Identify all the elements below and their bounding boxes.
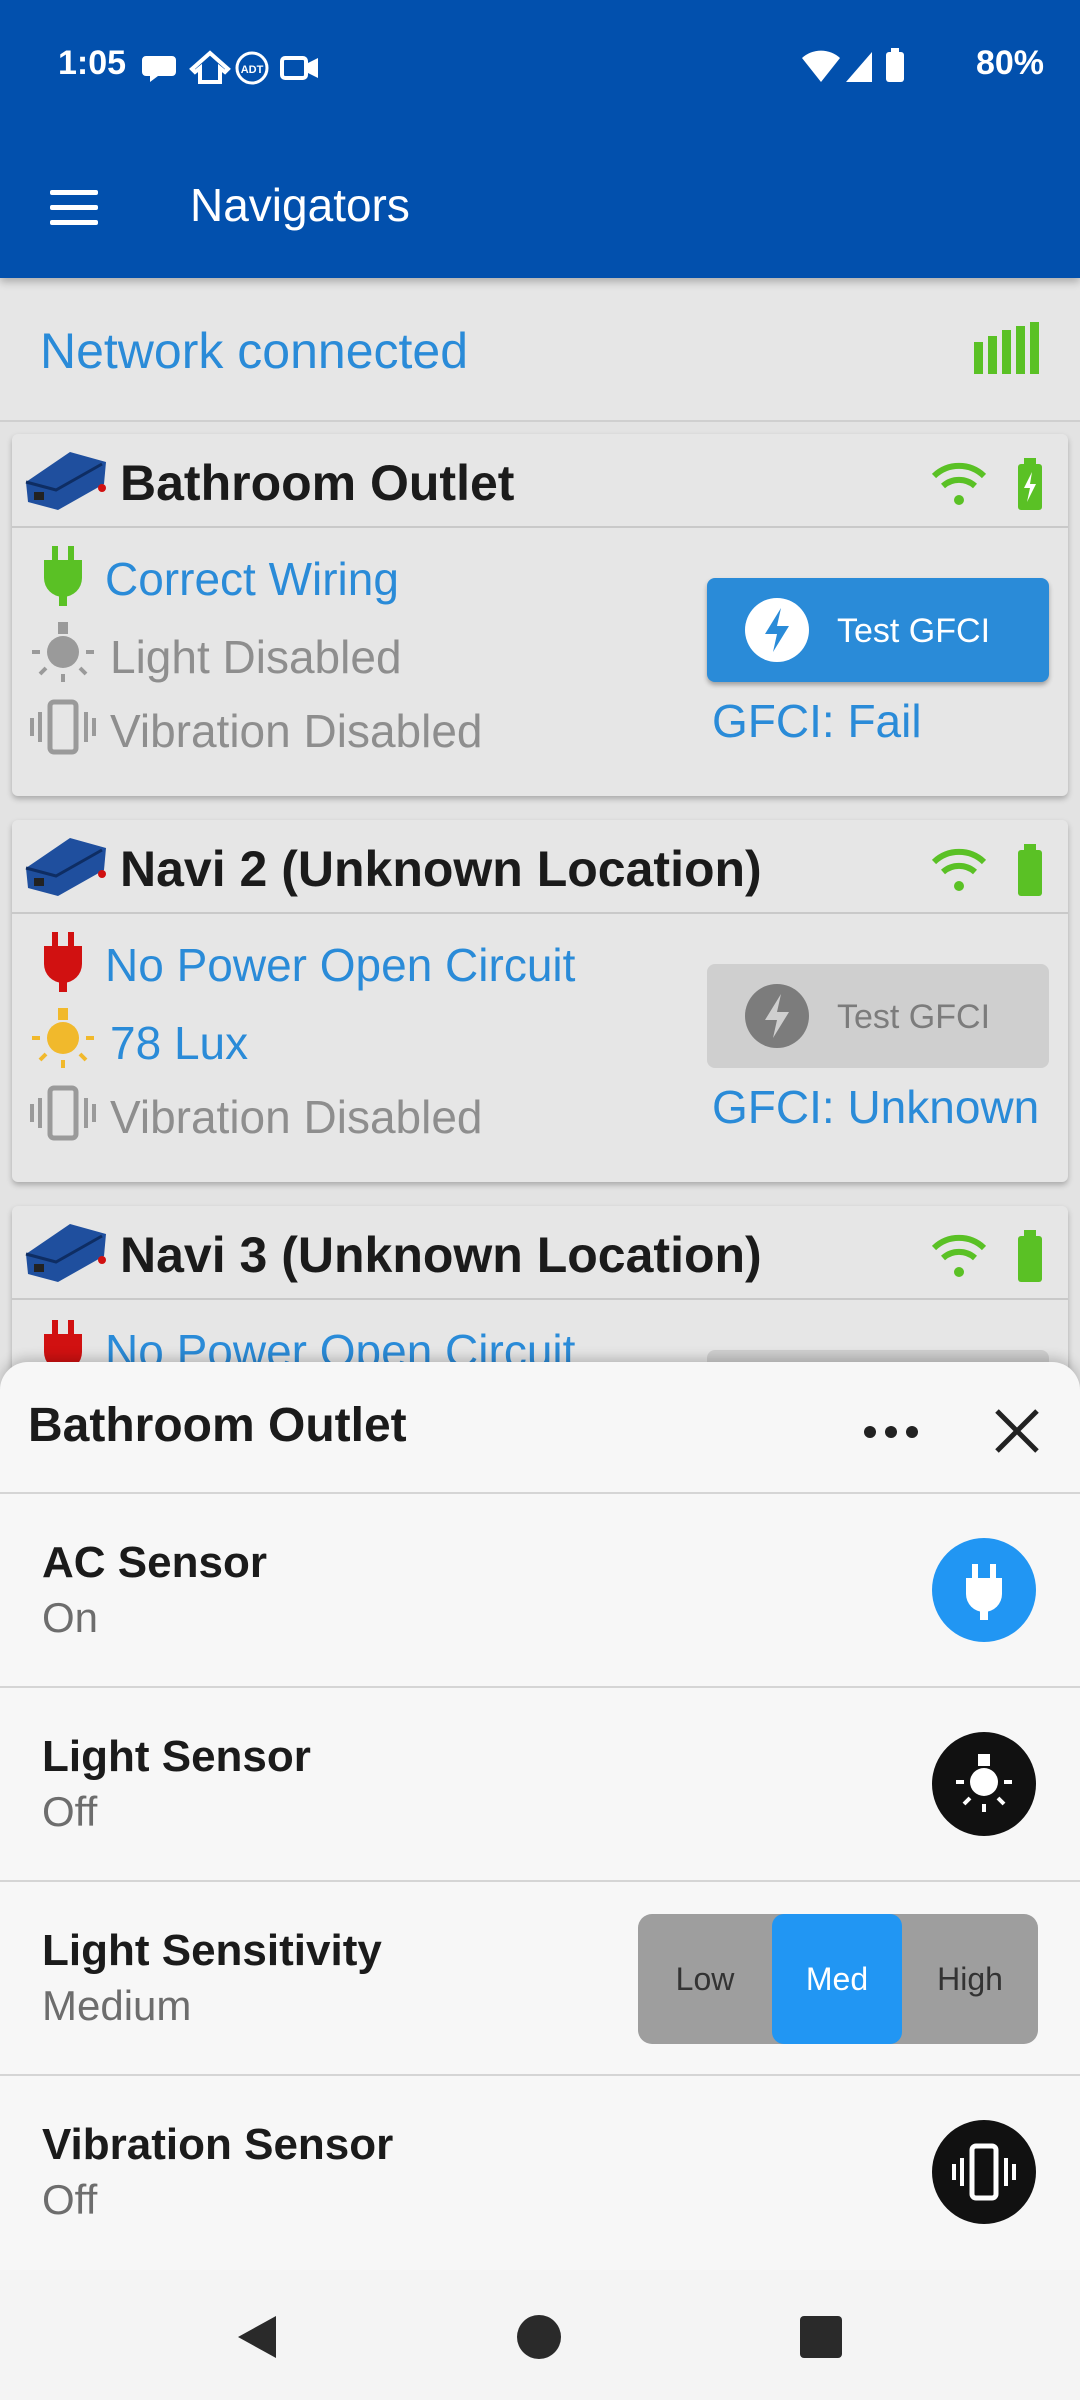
- navigator-device-icon: [25, 838, 106, 896]
- vibration-sensor-label: Vibration Sensor: [42, 2120, 394, 2169]
- light-bulb-icon: [956, 1754, 1012, 1812]
- device-card[interactable]: Navi 2 (Unknown Location) No Power Open …: [12, 820, 1068, 1182]
- plug-icon: [966, 1564, 1002, 1620]
- network-status-text: Network connected: [40, 323, 469, 379]
- sensitivity-med[interactable]: Med: [772, 1914, 902, 2044]
- wiring-status: Correct Wiring: [105, 553, 399, 605]
- device-card[interactable]: Bathroom Outlet Correct Wiring Light Dis…: [12, 434, 1068, 796]
- navigator-device-icon: [25, 452, 106, 510]
- navigator-device-icon: [25, 1224, 106, 1282]
- light-sensor-toggle[interactable]: [932, 1732, 1036, 1836]
- ac-sensor-label: AC Sensor: [42, 1538, 267, 1587]
- divider: [0, 1880, 1080, 1882]
- light-sensor-label: Light Sensor: [42, 1732, 311, 1781]
- plug-ok-icon: [44, 546, 82, 606]
- card-title: Navi 2 (Unknown Location): [120, 841, 762, 897]
- sensitivity-low[interactable]: Low: [638, 1914, 772, 2044]
- vibration-icon: [952, 2143, 1016, 2201]
- network-status-bar: Network connected: [0, 278, 1080, 422]
- vibration-status: Vibration Disabled: [110, 1091, 483, 1143]
- divider: [0, 2074, 1080, 2076]
- menu-icon[interactable]: [50, 190, 98, 226]
- lightning-icon: [745, 984, 809, 1048]
- plug-fault-icon: [44, 932, 82, 992]
- card-title: Navi 3 (Unknown Location): [120, 1227, 762, 1283]
- sheet-title: Bathroom Outlet: [28, 1399, 407, 1452]
- test-gfci-label: Test GFCI: [837, 612, 991, 650]
- ac-sensor-toggle[interactable]: [932, 1538, 1036, 1642]
- wifi-icon: [931, 848, 987, 891]
- gfci-status: GFCI: Unknown: [712, 1081, 1040, 1133]
- sensitivity-high[interactable]: High: [902, 1914, 1038, 2044]
- device-settings-sheet: Bathroom Outlet AC Sensor On Light Senso…: [0, 1362, 1080, 2270]
- page-title: Navigators: [190, 179, 410, 231]
- battery-icon: [1018, 844, 1042, 896]
- back-icon[interactable]: [236, 2314, 280, 2360]
- card-header: Navi 2 (Unknown Location): [12, 820, 1068, 914]
- network-signal-icon: [974, 322, 1039, 374]
- vibration-sensor-toggle[interactable]: [932, 2120, 1036, 2224]
- svg-text:ADT: ADT: [241, 64, 264, 76]
- sensitivity-segmented-control: Low Med High: [638, 1914, 1038, 2044]
- wiring-status: No Power Open Circuit: [105, 939, 576, 991]
- more-options-icon[interactable]: [862, 1424, 920, 1440]
- signal-status-icons: [802, 48, 904, 82]
- test-gfci-button-disabled[interactable]: Test GFCI: [707, 964, 1049, 1068]
- light-disabled-icon: [32, 622, 94, 682]
- vibration-icon: [30, 699, 96, 755]
- home-icon[interactable]: [516, 2314, 562, 2360]
- light-status: Light Disabled: [110, 631, 402, 683]
- lightning-icon: [745, 598, 809, 662]
- light-status: 78 Lux: [110, 1017, 249, 1069]
- card-header: Navi 3 (Unknown Location): [12, 1206, 1068, 1300]
- system-nav-bar: [0, 2270, 1080, 2400]
- vibration-status: Vibration Disabled: [110, 705, 483, 757]
- status-time: 1:05: [58, 44, 127, 82]
- light-sensitivity-value: Medium: [42, 1982, 192, 2029]
- close-icon[interactable]: [994, 1408, 1040, 1454]
- battery-charging-icon: [1018, 458, 1042, 510]
- vibration-sensor-value: Off: [42, 2176, 98, 2223]
- test-gfci-button[interactable]: Test GFCI: [707, 578, 1049, 682]
- wifi-icon: [931, 462, 987, 505]
- test-gfci-label: Test GFCI: [837, 998, 991, 1036]
- light-icon: [32, 1008, 94, 1068]
- app-top-bar: 1:05 ADT 80% Navigators: [0, 0, 1080, 278]
- battery-percent: 80%: [975, 44, 1044, 82]
- light-sensor-value: Off: [42, 1788, 98, 1835]
- battery-icon: [1018, 1230, 1042, 1282]
- recents-icon[interactable]: [800, 2316, 842, 2358]
- vibration-icon: [30, 1085, 96, 1141]
- gfci-status: GFCI: Fail: [712, 695, 922, 747]
- notification-icons: ADT: [142, 50, 318, 85]
- card-header: Bathroom Outlet: [12, 434, 1068, 528]
- light-sensitivity-label: Light Sensitivity: [42, 1926, 382, 1975]
- wifi-icon: [931, 1234, 987, 1277]
- divider: [0, 1686, 1080, 1688]
- divider: [0, 1492, 1080, 1494]
- card-title: Bathroom Outlet: [120, 455, 515, 511]
- ac-sensor-value: On: [42, 1594, 99, 1641]
